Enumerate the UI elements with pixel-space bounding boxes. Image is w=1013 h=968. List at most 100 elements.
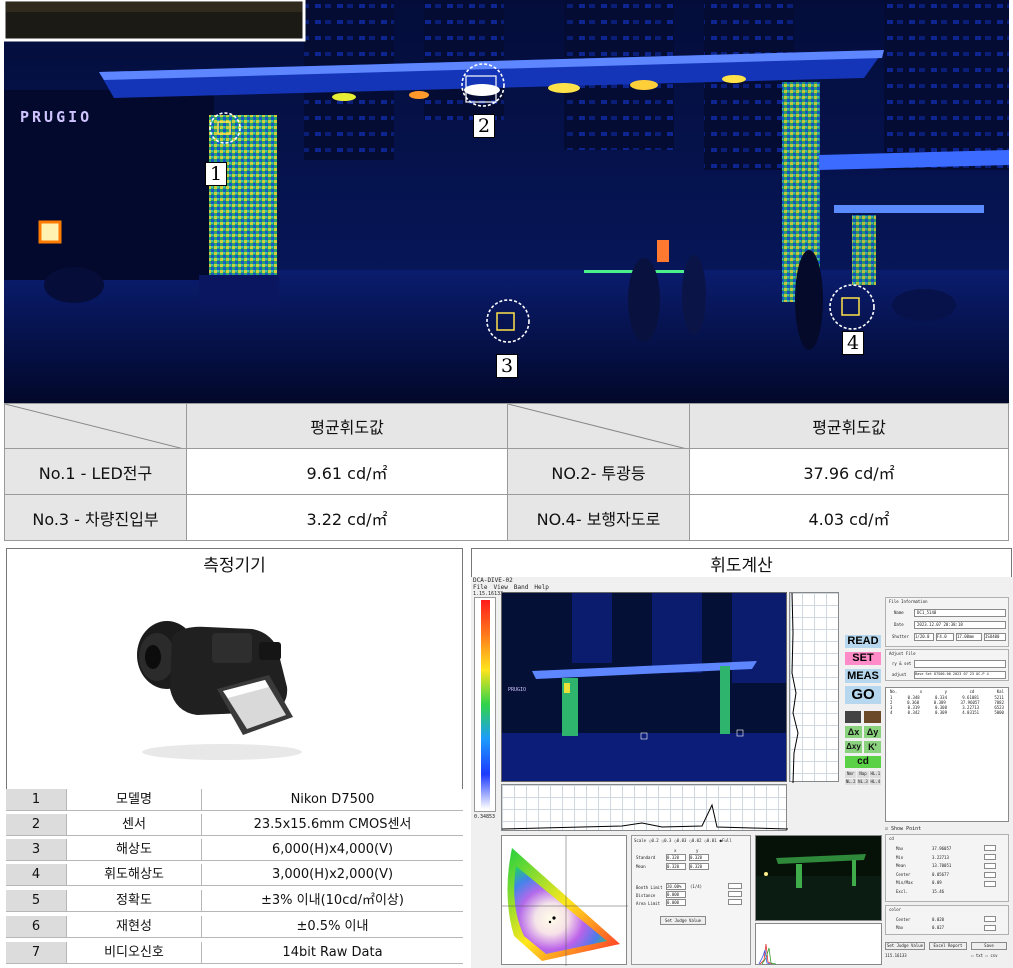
spec-row: 2 센서 23.5x15.6mm CMOS센서 — [6, 814, 463, 836]
cell: 0.342 — [907, 710, 920, 715]
distance-field[interactable]: 0.000 — [666, 891, 686, 898]
channel-hl1-button[interactable]: HL.1 — [869, 771, 881, 778]
prugio-sign: PRUGIO — [20, 108, 93, 126]
stat-value: 3.22713 — [932, 854, 949, 860]
spec-row: 5 정확도 ±3% 이내(10cd/㎡이상) — [6, 890, 463, 912]
spec-no: 3 — [6, 839, 66, 861]
file-info-title: File Information — [889, 599, 928, 604]
delta-y-button[interactable]: Δy — [864, 726, 881, 738]
cell: 4.03151 — [962, 710, 980, 715]
scale-option: 0.3 — [664, 838, 672, 843]
horizontal-profile-trace — [502, 803, 788, 830]
spec-value: 3,000(H)x2,000(V) — [201, 864, 463, 886]
horizontal-profile — [501, 784, 788, 831]
stat-value: 15.46 — [932, 888, 945, 894]
spec-no: 7 — [6, 942, 66, 964]
image-viewer[interactable]: PRUGIO — [501, 592, 787, 782]
rgb-histogram-trace — [758, 943, 777, 965]
menu-help[interactable]: Help — [534, 584, 548, 591]
scale-radio[interactable]: ●Full — [720, 838, 732, 843]
file-date-field: 2023.12.07 20:38:18 — [914, 621, 1006, 629]
adjust-field-2: Base Set D7500-00 2023 07 23 OC-P 4 — [914, 671, 1006, 679]
set-judge-value-button-2[interactable]: Set Judge Value — [885, 942, 925, 950]
rgb-histogram — [755, 923, 882, 965]
spec-no: 6 — [6, 916, 66, 938]
spec-no: 5 — [6, 890, 66, 912]
vertical-profile — [789, 592, 839, 783]
thumbnail-scene — [756, 836, 881, 920]
delta-x-button[interactable]: Δx — [845, 726, 862, 738]
read-button[interactable]: READ — [845, 635, 881, 648]
corner-cell-right — [507, 403, 691, 450]
vertical-profile-trace — [791, 593, 799, 783]
color-scale-frame — [474, 597, 496, 812]
go-button[interactable]: GO — [845, 686, 881, 704]
judge-label: Area Limit — [636, 901, 661, 906]
scale-option: 0.01 — [706, 838, 717, 843]
scale-radio[interactable]: ○0.2 — [649, 838, 659, 843]
menu-view[interactable]: View — [493, 584, 507, 591]
standard-label: Standard — [636, 855, 656, 860]
booth-limit-field[interactable]: 20.00% — [666, 883, 686, 890]
stat-label: Max — [896, 925, 904, 930]
focal-length-field: 17.00mm — [956, 633, 982, 641]
stat-label: Center — [896, 871, 911, 877]
device-panel-title: 측정기기 — [6, 548, 463, 578]
spec-no: 1 — [6, 789, 66, 811]
chromaticity-diagram — [501, 835, 628, 966]
average-luminance-table: 평균휘도값 평균휘도값 No.1 - LED전구 9.61 cd/㎡ NO.2-… — [4, 403, 1009, 541]
show-point-label: Show Point — [891, 826, 922, 832]
stat-swatch — [984, 872, 996, 878]
delta-xy-button[interactable]: Δxy — [845, 741, 862, 753]
area-limit-field[interactable]: 0.000 — [666, 899, 686, 906]
scale-radio[interactable]: ○0.03 — [674, 838, 686, 843]
meas-button[interactable]: MEAS — [845, 669, 881, 683]
color-stats-labels: Center Max — [896, 916, 910, 932]
image-toggle-b[interactable] — [864, 711, 881, 723]
set-judge-value-button[interactable]: Set Judge Value — [660, 916, 706, 925]
file-name-label: Name — [894, 610, 904, 615]
spec-name: 모델명 — [66, 789, 201, 811]
k-button[interactable]: K' — [864, 741, 881, 753]
row-value-no3: 3.22 cd/㎡ — [186, 494, 508, 541]
channel-nmr-button[interactable]: Nmr — [845, 771, 857, 778]
scale-options: Scale ○0.2 ○0.3 ○0.03 ○0.02 ○0.01 ●Full — [634, 838, 732, 843]
x-header: x — [674, 848, 677, 853]
excel-report-button[interactable]: Excel Report — [929, 942, 967, 950]
save-button[interactable]: Save — [971, 942, 1007, 950]
channel-nl2-button[interactable]: NL.2 — [845, 778, 857, 785]
cie-gamut — [502, 836, 628, 966]
channel-nap-button[interactable]: Nap — [857, 771, 869, 778]
scale-radio[interactable]: ○0.3 — [662, 838, 672, 843]
y-header: y — [696, 848, 699, 853]
iso-field: ISO400 — [984, 633, 1006, 641]
spec-name: 비디오신호 — [66, 942, 201, 964]
stat-swatch — [984, 845, 996, 851]
row-value-no1: 9.61 cd/㎡ — [186, 448, 508, 495]
standard-x-field[interactable]: 0.320 — [666, 854, 686, 861]
judge-indicator — [728, 883, 742, 889]
channel-nl3-button[interactable]: NL.3 — [857, 778, 869, 785]
color-group-title: color — [889, 907, 902, 912]
standard-y-field[interactable]: 0.320 — [689, 854, 709, 861]
show-point-checkbox[interactable]: ☑ Show Point — [885, 826, 921, 832]
cd-button[interactable]: cd — [845, 756, 881, 768]
set-button[interactable]: SET — [845, 652, 881, 665]
csv-checkbox[interactable]: ☐ csv — [985, 953, 997, 958]
adjust-label-2: adjust — [892, 672, 907, 677]
txt-checkbox[interactable]: ☐ txt — [971, 953, 983, 958]
spec-name: 센서 — [66, 814, 201, 836]
shutter-field: 1/20.0 — [914, 633, 934, 641]
scale-bottom-value: 0.34853 — [474, 814, 496, 820]
menu-band[interactable]: Band — [514, 584, 528, 591]
marker-label-1: 1 — [205, 162, 227, 186]
scale-radio[interactable]: ○0.01 — [704, 838, 716, 843]
image-toggle-a[interactable] — [845, 711, 861, 723]
menu-file[interactable]: File — [473, 584, 487, 591]
scale-radio[interactable]: ○0.02 — [689, 838, 701, 843]
thumbnail-view — [755, 835, 882, 921]
table-row[interactable]: 4 0.342 0.309 4.03151 5000 — [886, 710, 1008, 715]
channel-hl4-button[interactable]: HL.4 — [869, 778, 881, 785]
measurement-table: No. x y cd Kal 1 0.348 0.334 9.61081 5211 20… — [885, 687, 1009, 822]
row-value-no4: 4.03 cd/㎡ — [689, 494, 1009, 541]
